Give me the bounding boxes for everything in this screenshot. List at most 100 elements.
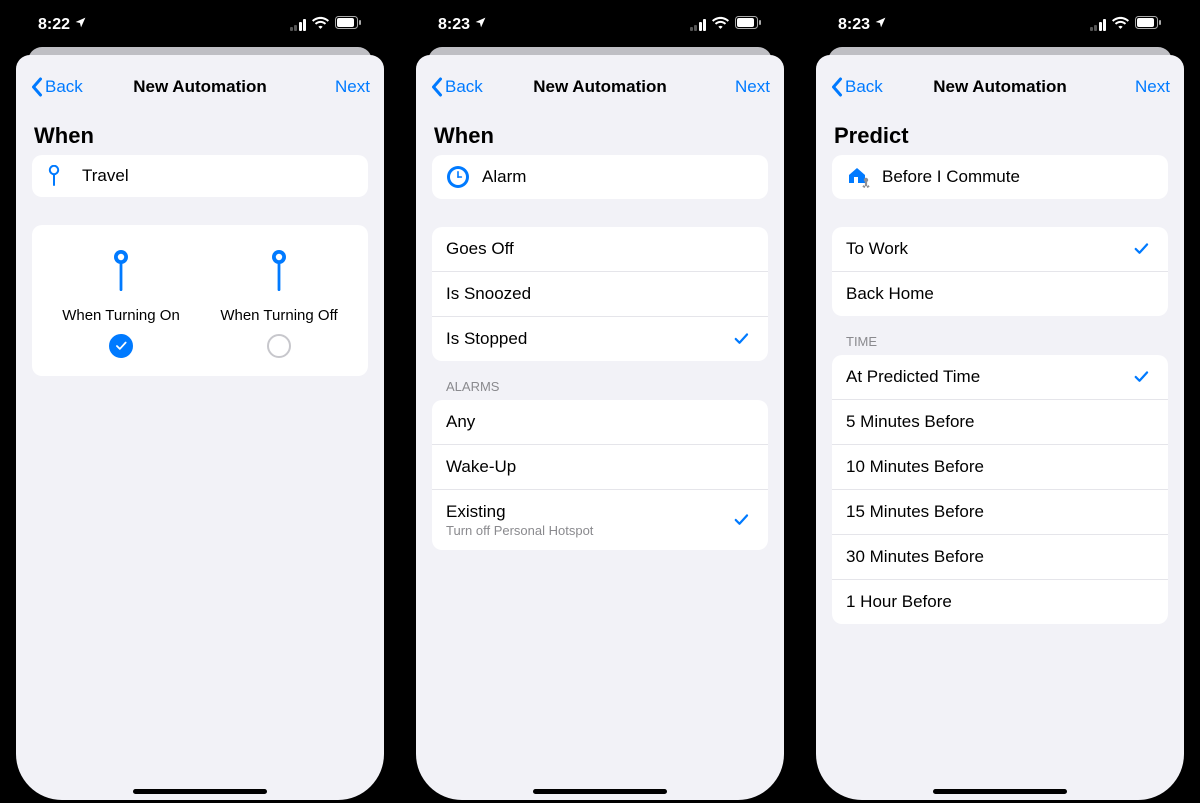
trigger-option-is-snoozed[interactable]: Is Snoozed [432,272,768,317]
cellular-signal-icon [1090,19,1107,31]
back-label: Back [45,77,83,97]
time-15-min-before[interactable]: 15 Minutes Before [832,490,1168,535]
time-30-min-before[interactable]: 30 Minutes Before [832,535,1168,580]
row-label: Is Snoozed [446,284,732,304]
row-label: Existing [446,502,506,521]
trigger-option-is-stopped[interactable]: Is Stopped [432,317,768,361]
modal-sheet: Back New Automation Next When [16,55,384,800]
status-time: 8:23 [838,16,870,34]
time-5-min-before[interactable]: 5 Minutes Before [832,400,1168,445]
row-label: 10 Minutes Before [846,457,1132,477]
option-turning-on[interactable]: When Turning On [42,249,200,358]
location-icon [74,16,87,34]
chevron-left-icon [430,77,443,97]
wifi-icon [312,16,329,34]
status-bar: 8:23 [416,3,784,47]
back-button[interactable]: Back [30,77,83,97]
row-label: 5 Minutes Before [846,412,1132,432]
row-label: Is Stopped [446,329,732,349]
wifi-icon [712,16,729,34]
wifi-icon [1112,16,1129,34]
cellular-signal-icon [690,19,707,31]
option-turning-off[interactable]: When Turning Off [200,249,358,358]
back-label: Back [445,77,483,97]
time-offset-group: At Predicted Time 5 Minutes Before 10 [832,355,1168,624]
option-label: When Turning Off [220,307,337,324]
home-indicator[interactable] [133,789,267,794]
group-label-alarms: ALARMS [446,379,768,394]
trigger-header-label: Travel [82,166,129,186]
row-label: Goes Off [446,239,732,259]
row-label: 1 Hour Before [846,592,1132,612]
row-label: 15 Minutes Before [846,502,1132,522]
next-button[interactable]: Next [735,77,770,97]
radio-unselected[interactable] [267,334,291,358]
location-icon [474,16,487,34]
chevron-left-icon [30,77,43,97]
group-label-time: TIME [846,334,1168,349]
phone-screen-2: 8:23 [416,3,784,800]
row-label: 30 Minutes Before [846,547,1132,567]
alarms-group: Any Wake-Up Existing Turn off Persona [432,400,768,550]
trigger-header-card: Before I Commute [832,155,1168,199]
section-title: Predict [834,123,1168,149]
alarm-trigger-group: Goes Off Is Snoozed Is Stopped [432,227,768,361]
row-label: To Work [846,239,1132,259]
trigger-header-label: Before I Commute [882,167,1020,187]
trigger-header-card: Travel [32,155,368,197]
trigger-header-label: Alarm [482,167,526,187]
home-indicator[interactable] [933,789,1067,794]
battery-icon [335,16,362,34]
option-label: When Turning On [62,307,180,324]
time-at-predicted[interactable]: At Predicted Time [832,355,1168,400]
phone-screen-3: 8:23 [816,3,1184,800]
cellular-signal-icon [290,19,307,31]
section-title: When [34,123,368,149]
pin-icon [111,249,131,297]
clock-icon [446,165,482,189]
alarm-option-wake-up[interactable]: Wake-Up [432,445,768,490]
row-label: Wake-Up [446,457,732,477]
row-label: At Predicted Time [846,367,1132,387]
next-button[interactable]: Next [335,77,370,97]
modal-sheet: Back New Automation Next Predict [816,55,1184,800]
home-indicator[interactable] [533,789,667,794]
alarm-option-existing[interactable]: Existing Turn off Personal Hotspot [432,490,768,550]
back-button[interactable]: Back [830,77,883,97]
row-label: Any [446,412,732,432]
destination-to-work[interactable]: To Work [832,227,1168,272]
destination-back-home[interactable]: Back Home [832,272,1168,316]
status-bar: 8:22 [16,3,384,47]
status-bar: 8:23 [816,3,1184,47]
radio-selected[interactable] [109,334,133,358]
time-10-min-before[interactable]: 10 Minutes Before [832,445,1168,490]
status-time: 8:23 [438,16,470,34]
focus-mode-chooser: When Turning On When Turning Off [32,225,368,376]
battery-icon [735,16,762,34]
checkmark-icon [114,339,128,353]
chevron-left-icon [830,77,843,97]
pin-icon [46,165,82,187]
alarm-option-any[interactable]: Any [432,400,768,445]
next-button[interactable]: Next [1135,77,1170,97]
location-icon [874,16,887,34]
checkmark-icon [732,511,754,529]
section-title: When [434,123,768,149]
modal-sheet: Back New Automation Next When [416,55,784,800]
battery-icon [1135,16,1162,34]
checkmark-icon [1132,240,1154,258]
checkmark-icon [732,330,754,348]
phone-screen-1: 8:22 [16,3,384,800]
trigger-option-goes-off[interactable]: Goes Off [432,227,768,272]
back-button[interactable]: Back [430,77,483,97]
trigger-header-card: Alarm [432,155,768,199]
status-time: 8:22 [38,16,70,34]
row-label: Back Home [846,284,1132,304]
destination-group: To Work Back Home [832,227,1168,316]
pin-icon [269,249,289,297]
row-sublabel: Turn off Personal Hotspot [446,523,732,538]
back-label: Back [845,77,883,97]
commute-icon [846,165,882,189]
checkmark-icon [1132,368,1154,386]
time-1-hour-before[interactable]: 1 Hour Before [832,580,1168,624]
